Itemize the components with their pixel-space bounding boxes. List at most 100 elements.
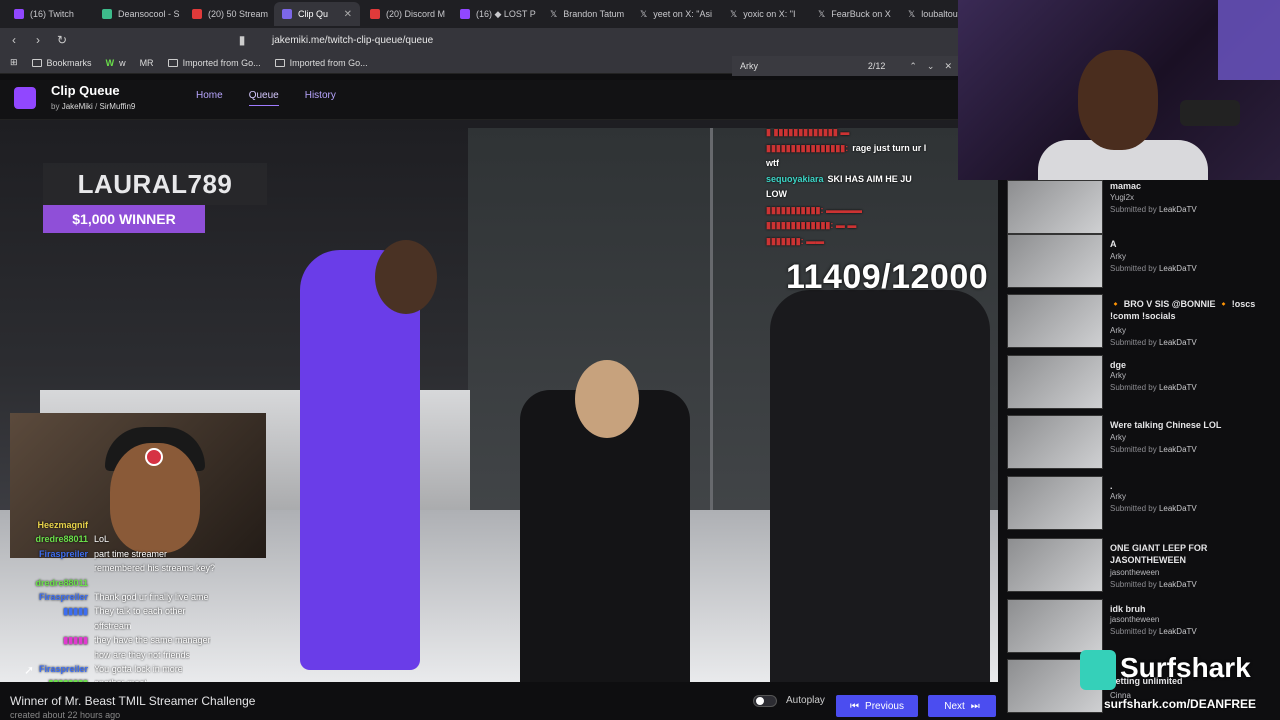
app-header: Clip Queue by JakeMiki / SirMuffin9 Home… <box>0 80 1000 120</box>
winner-name-overlay: LAURAL789 <box>43 163 267 205</box>
clip-title: . <box>1110 481 1113 491</box>
x-logo-icon: 𝕏 <box>640 8 648 19</box>
clip-title: A <box>1110 239 1117 249</box>
autoplay-toggle[interactable] <box>753 695 777 707</box>
player-controls: Winner of Mr. Beast TMIL Streamer Challe… <box>0 682 1000 720</box>
clip-author: Arky <box>1110 371 1126 380</box>
nav-home[interactable]: Home <box>196 90 223 106</box>
browser-tab[interactable]: 𝕏 Brandon Tatum <box>542 2 630 26</box>
tab-label: (16) ◆ LOST P <box>476 8 536 19</box>
forward-arrow-icon[interactable]: › <box>28 33 48 47</box>
microphone-icon <box>1180 100 1240 126</box>
hat-logo-icon <box>145 448 163 466</box>
video-chat-line: ▮▮▮▮▮▮▮▮▮▮▮▮▮: ▬ ▬ <box>766 220 857 230</box>
browser-tab[interactable]: Deansocool - S <box>94 2 182 26</box>
clip-submitter: Submitted by LeakDaTV <box>1110 627 1197 636</box>
chevron-down-icon[interactable]: ⌄ <box>927 61 935 72</box>
clip-thumbnail <box>1007 355 1103 409</box>
bookmark-item[interactable]: Imported from Go... <box>167 57 261 68</box>
queue-item[interactable]: mamac Yugi2x Submitted by LeakDaTV <box>1007 180 1273 236</box>
chat-message: Firaspreiler You gotta lock in more <box>38 664 183 675</box>
by-label: by <box>51 102 60 111</box>
browser-tab[interactable]: (16) Twitch <box>6 2 92 26</box>
browser-tab-active[interactable]: Clip Qu ✕ <box>274 2 360 26</box>
clip-thumbnail <box>1007 294 1103 348</box>
tab-label: (20) Discord M <box>386 9 446 19</box>
nav-queue[interactable]: Queue <box>248 90 279 106</box>
previous-button[interactable]: ⏮ Previous <box>836 695 918 717</box>
close-icon[interactable]: ✕ <box>944 61 952 72</box>
find-input[interactable]: Arky <box>740 61 758 71</box>
folder-icon <box>274 58 285 67</box>
bookmark-label: w <box>119 57 126 68</box>
clip-title: dge <box>1110 360 1127 370</box>
browser-tab[interactable]: (16) ◆ LOST P <box>452 2 540 26</box>
bookmark-item[interactable]: Imported from Go... <box>274 57 368 68</box>
queue-item[interactable]: A Arky Submitted by LeakDaTV <box>1007 234 1273 290</box>
author-link[interactable]: SirMuffin9 <box>100 102 136 111</box>
x-logo-icon: 𝕏 <box>730 8 738 19</box>
bookmark-star-icon[interactable]: ▮ <box>232 33 252 47</box>
bookmark-item[interactable]: Bookmarks <box>31 58 92 68</box>
tab-label: Deansocool - S <box>118 9 180 19</box>
queue-item[interactable]: dge Arky Submitted by LeakDaTV <box>1007 355 1273 411</box>
find-count: 2/12 <box>867 61 886 71</box>
clip-title: mamac <box>1110 181 1142 191</box>
tab-favicon-icon <box>14 9 24 19</box>
chat-message: how are they not friends <box>94 649 191 660</box>
folder-icon <box>31 58 42 67</box>
clip-thumbnail <box>1007 599 1103 653</box>
tab-favicon-icon <box>460 9 470 19</box>
apps-grid-icon[interactable]: ⊞ <box>10 57 18 68</box>
bookmark-label: Imported from Go... <box>182 57 261 68</box>
back-arrow-icon[interactable]: ‹ <box>4 33 24 47</box>
mouse-cursor-icon: ➚ <box>24 663 35 677</box>
clip-author: Arky <box>1110 326 1126 335</box>
reload-icon[interactable]: ↻ <box>52 33 72 47</box>
clip-thumbnail <box>1007 476 1103 530</box>
bookmark-item[interactable]: MR <box>140 58 154 68</box>
surfshark-logo-icon <box>1080 650 1116 690</box>
bookmark-label: Imported from Go... <box>289 57 368 68</box>
clip-submitter: Submitted by LeakDaTV <box>1110 580 1197 589</box>
nav-history[interactable]: History <box>305 90 336 106</box>
queue-item[interactable]: . Arky Submitted by LeakDaTV <box>1007 476 1273 532</box>
clip-submitter: Submitted by LeakDaTV <box>1110 264 1197 273</box>
progress-counter: 11409/12000 <box>786 258 989 296</box>
separator: / <box>95 102 98 111</box>
tab-favicon-icon <box>102 9 112 19</box>
w-icon: W <box>105 57 115 68</box>
stream-chat-overlay: Heezmagnif dredre88011 LoL Firaspreiler pa… <box>10 518 272 691</box>
chevron-up-icon[interactable]: ⌃ <box>909 61 917 72</box>
queue-item[interactable]: 🔸 BRO V SIS @BONNIE 🔸 !oscs !comm !socia… <box>1007 294 1273 350</box>
queue-item[interactable]: idk bruh jasontheween Submitted by LeakD… <box>1007 599 1273 655</box>
tab-label: yoxic on X: "I <box>743 9 796 19</box>
url-input[interactable]: jakemiki.me/twitch-clip-queue/queue <box>272 35 433 46</box>
clip-submitter: Submitted by LeakDaTV <box>1110 504 1197 513</box>
queue-item[interactable]: ONE GIANT LEEP FOR JASONTHEWEEN jasonthe… <box>1007 538 1273 594</box>
video-chat-line: LOW <box>766 189 787 199</box>
browser-tab[interactable]: 𝕏yoxic on X: "I <box>722 2 808 26</box>
tab-favicon-icon <box>192 9 202 19</box>
author-link[interactable]: JakeMiki <box>62 102 93 111</box>
tab-label: Brandon Tatum <box>563 9 625 19</box>
skip-forward-icon: ⏭ <box>970 700 980 712</box>
tab-label: Clip Qu <box>298 9 329 19</box>
browser-tab[interactable]: 𝕏yeet on X: "Asi <box>632 2 720 26</box>
bookmark-item[interactable]: Ww <box>106 58 126 68</box>
video-scene-glass <box>710 128 713 548</box>
browser-tab[interactable]: (20) Discord M <box>362 2 450 26</box>
queue-item[interactable]: Were talking Chinese LOL Arky Submitted … <box>1007 415 1273 471</box>
clip-thumbnail <box>1007 538 1103 592</box>
clip-title: ONE GIANT LEEP FOR JASONTHEWEEN <box>1110 543 1208 565</box>
browser-tab[interactable]: (20) 50 Stream <box>184 2 272 26</box>
next-button[interactable]: Next ⏭ <box>928 695 996 717</box>
video-chat-line: ▮▮▮▮▮▮▮: ▬▬ <box>766 235 825 246</box>
bookmark-label: MR <box>139 57 154 68</box>
close-icon[interactable]: ✕ <box>344 9 352 20</box>
video-person-head <box>575 360 639 438</box>
browser-tab[interactable]: 𝕏 FearBuck on X <box>810 2 898 26</box>
chat-message: Firaspreiler part time streamer <box>38 548 168 559</box>
previous-label: Previous <box>865 700 904 712</box>
chat-message: dredre88011 <box>35 577 88 588</box>
